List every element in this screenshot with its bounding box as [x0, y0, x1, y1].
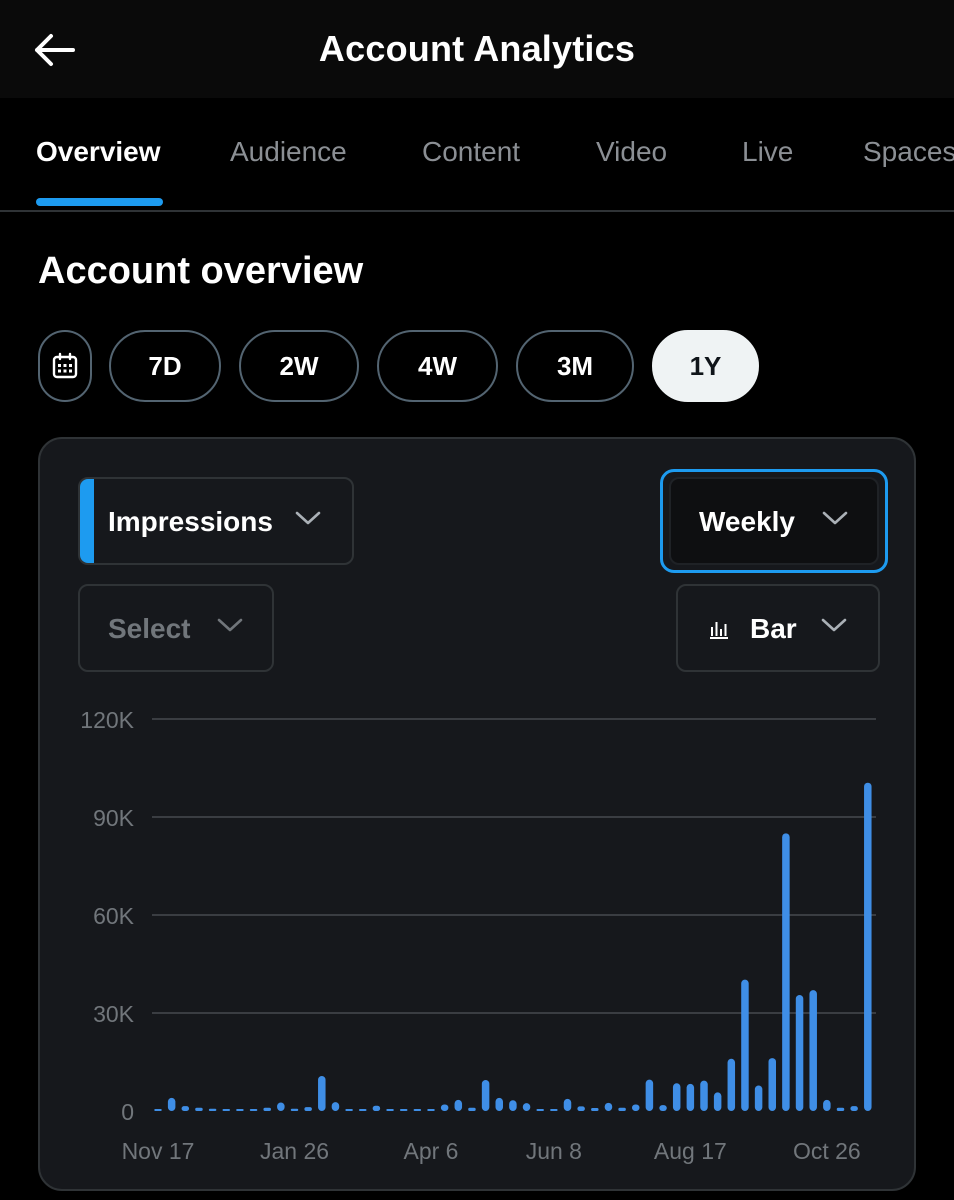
chart-bar[interactable] [495, 1097, 504, 1111]
chart-bar[interactable] [413, 1109, 422, 1111]
y-tick-label: 30K [93, 1001, 135, 1027]
chart-bar[interactable] [713, 1092, 722, 1111]
chart-bar[interactable] [386, 1109, 394, 1111]
x-tick-label: Aug 17 [654, 1138, 727, 1164]
calendar-button[interactable] [38, 330, 92, 402]
chart-bar[interactable] [509, 1100, 517, 1111]
chart-bar[interactable] [331, 1102, 340, 1111]
chart-bar[interactable] [372, 1105, 381, 1111]
tab-live[interactable]: Live [742, 136, 793, 168]
chart-bar[interactable] [823, 1099, 831, 1111]
chart-bar[interactable] [836, 1107, 845, 1111]
chart-bar[interactable] [304, 1107, 312, 1111]
x-tick-label: Jun 8 [526, 1138, 582, 1164]
tab-spaces[interactable]: Spaces [863, 136, 954, 168]
chart-bar[interactable] [181, 1106, 190, 1111]
chart-bar[interactable] [399, 1109, 408, 1111]
chart-bar[interactable] [672, 1083, 681, 1111]
chart-bar[interactable] [454, 1099, 463, 1111]
chart-bar[interactable] [277, 1102, 285, 1111]
chart-bar[interactable] [700, 1080, 708, 1111]
x-tick-label: Apr 6 [404, 1138, 459, 1164]
chart-bar[interactable] [154, 1109, 162, 1111]
tab-bar: Overview Audience Content Video Live Spa… [0, 98, 954, 212]
y-tick-label: 120K [80, 707, 134, 733]
x-tick-label: Nov 17 [122, 1138, 195, 1164]
y-tick-label: 60K [93, 903, 135, 929]
range-1y-button[interactable]: 1Y [652, 330, 759, 402]
chart-bar[interactable] [782, 833, 790, 1111]
page-title: Account Analytics [318, 28, 636, 69]
chart-bar[interactable] [440, 1104, 449, 1111]
y-tick-label: 90K [93, 805, 135, 831]
x-tick-label: Oct 26 [793, 1138, 861, 1164]
tab-audience[interactable]: Audience [230, 136, 347, 168]
chart-bar[interactable] [850, 1106, 858, 1111]
chart-bar[interactable] [195, 1107, 203, 1111]
chart-bar[interactable] [795, 995, 804, 1111]
chart-bar[interactable] [809, 990, 817, 1111]
chart-bar[interactable] [208, 1108, 217, 1111]
chart-bar[interactable] [468, 1107, 476, 1111]
tab-overview[interactable]: Overview [36, 136, 161, 168]
section-title: Account overview [38, 250, 364, 292]
chart-bar[interactable] [741, 979, 749, 1111]
chart-bar[interactable] [577, 1106, 585, 1111]
chart-bar[interactable] [686, 1083, 695, 1111]
chart-bar[interactable] [754, 1085, 763, 1111]
chart-bar[interactable] [481, 1079, 490, 1111]
chart-bar[interactable] [632, 1104, 640, 1111]
chart-bar[interactable] [236, 1109, 244, 1111]
tab-video[interactable]: Video [596, 136, 667, 168]
chart-bar[interactable] [359, 1109, 367, 1111]
chart-bar[interactable] [222, 1109, 231, 1111]
chart-card: Impressions Weekly Select Bar 0 30K 60K … [38, 437, 916, 1191]
chart-bar[interactable] [727, 1058, 736, 1111]
impressions-bar-chart: 0 30K 60K 90K 120K Nov 17 Jan 26 Apr 6 Jun 8 Aug … [80, 707, 876, 1164]
chart-bar[interactable] [290, 1108, 299, 1111]
calendar-icon [52, 352, 78, 379]
chart-bar[interactable] [591, 1108, 599, 1111]
range-7d-button[interactable]: 7D [109, 330, 221, 402]
chart-bar[interactable] [563, 1098, 572, 1111]
chart-bar[interactable] [604, 1102, 613, 1111]
chart-bar[interactable] [550, 1109, 558, 1111]
y-tick-label: 0 [121, 1099, 134, 1125]
tab-content[interactable]: Content [422, 136, 520, 168]
chart-bar[interactable] [318, 1076, 326, 1111]
chart-bar[interactable] [427, 1109, 435, 1111]
chart-bar[interactable] [864, 782, 872, 1111]
chart-bar[interactable] [659, 1105, 667, 1111]
chart-bar[interactable] [522, 1103, 531, 1111]
range-2w-button[interactable]: 2W [239, 330, 359, 402]
chart-bar[interactable] [249, 1109, 258, 1111]
chart-bar[interactable] [167, 1097, 176, 1111]
chart-bar[interactable] [345, 1109, 353, 1111]
range-3m-button[interactable]: 3M [516, 330, 634, 402]
active-tab-indicator [36, 198, 163, 206]
top-bar: Account Analytics [0, 0, 954, 98]
chart-bar[interactable] [645, 1079, 654, 1111]
range-4w-button[interactable]: 4W [377, 330, 498, 402]
chart-bar[interactable] [263, 1107, 271, 1111]
x-tick-label: Jan 26 [260, 1138, 329, 1164]
chart-bar[interactable] [768, 1058, 777, 1111]
chart-bar[interactable] [618, 1107, 626, 1111]
chart-bar[interactable] [536, 1109, 544, 1111]
